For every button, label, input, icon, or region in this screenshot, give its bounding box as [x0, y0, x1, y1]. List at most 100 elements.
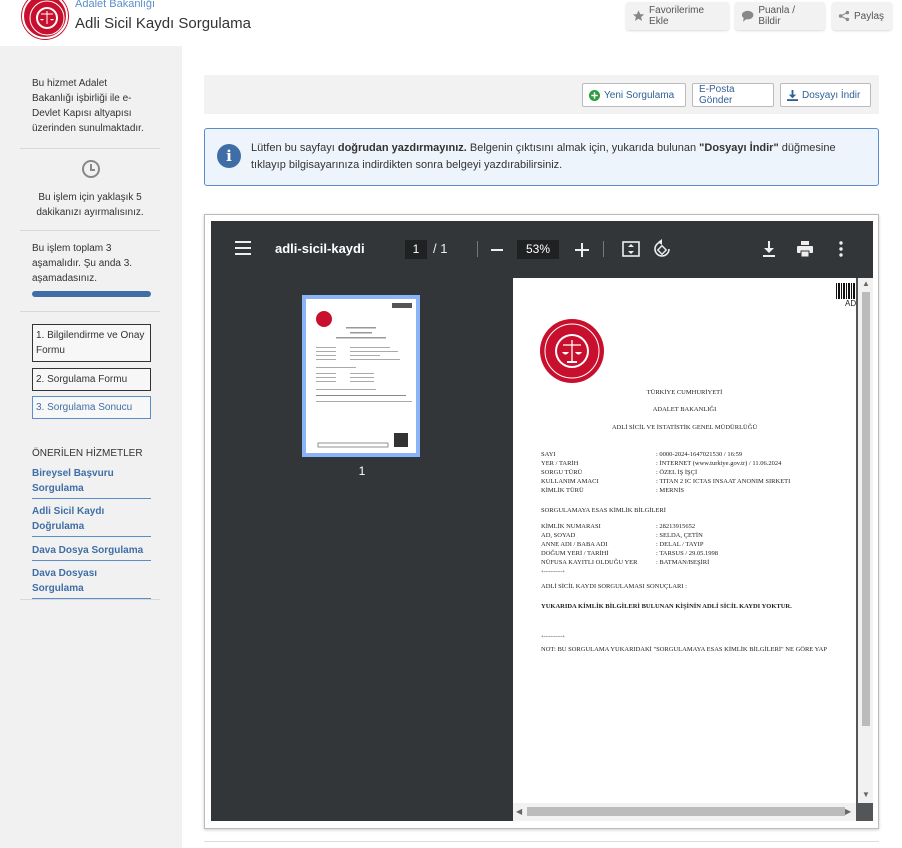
- pdf-viewer[interactable]: adli-sicil-kaydi 1 / 1 53% 1 AD TÜRKİYE …: [204, 214, 879, 829]
- star-icon: [632, 10, 645, 21]
- doc-field-value: : BATMAN/BEŞİRİ: [656, 559, 710, 566]
- recommended-title: ÖNERİLEN HİZMETLER: [32, 448, 143, 459]
- print-icon[interactable]: [795, 239, 815, 259]
- add-favorites-button[interactable]: Favorilerime Ekle: [626, 2, 729, 30]
- doc-heading-republic: TÜRKİYE CUMHURİYETİ: [646, 389, 723, 396]
- stage-info: Bu işlem toplam 3 aşamalıdır. Şu anda 3.…: [32, 243, 133, 284]
- new-query-button[interactable]: Yeni Sorgulama: [582, 83, 686, 107]
- doc-field-value: : MERNİS: [656, 487, 684, 494]
- page-total: / 1: [433, 241, 448, 256]
- doc-field-label: KİMLİK TÜRÜ: [541, 487, 584, 494]
- doc-divider: +-----------+: [541, 635, 565, 640]
- rotate-icon[interactable]: [652, 239, 672, 259]
- ministry-logo[interactable]: [22, 0, 68, 39]
- thumbnail-sidebar: 1: [211, 278, 513, 821]
- pdf-page-area[interactable]: AD TÜRKİYE CUMHURİYETİ ADALET BAKANLIĞI: [513, 278, 873, 821]
- step-query-result[interactable]: 3. Sorgulama Sonucu: [32, 396, 151, 419]
- ministry-emblem: [540, 319, 604, 383]
- time-estimate: Bu işlem için yaklaşık 5 dakikanızı ayır…: [36, 192, 144, 218]
- recommended-link-case-file-query[interactable]: Dava Dosya Sorgulama: [32, 543, 151, 561]
- rate-report-button[interactable]: Puanla / Bildir: [735, 2, 825, 30]
- step-info-consent[interactable]: 1. Bilgilendirme ve Onay Formu: [32, 324, 151, 362]
- share-label: Paylaş: [853, 10, 884, 22]
- doc-field-label: SAYI: [541, 451, 556, 458]
- pdf-toolbar: adli-sicil-kaydi 1 / 1 53%: [211, 221, 873, 278]
- new-query-label: Yeni Sorgulama: [604, 89, 675, 101]
- page-number-input[interactable]: 1: [405, 240, 427, 259]
- zoom-in-icon[interactable]: [575, 243, 589, 257]
- doc-field-value: : SELDA, ÇETİN: [656, 532, 703, 539]
- scroll-down-arrow[interactable]: ▼: [862, 790, 870, 799]
- doc-section-results: ADLİ SİCİL KAYDI SORGULAMASI SONUÇLARI :: [541, 583, 687, 590]
- doc-field-value: : 28213915652: [656, 523, 696, 530]
- pdf-page: AD TÜRKİYE CUMHURİYETİ ADALET BAKANLIĞI: [513, 278, 856, 803]
- plus-circle-icon: [589, 89, 600, 101]
- print-warning-alert: i Lütfen bu sayfayı doğrudan yazdırmayın…: [204, 128, 879, 186]
- ministry-name[interactable]: Adalet Bakanlığı: [75, 0, 155, 10]
- download-icon: [787, 89, 798, 101]
- doc-field-value: : ÖZEL İŞ İŞÇİ: [656, 469, 698, 476]
- horizontal-scroll-thumb[interactable]: [527, 807, 845, 816]
- clock-icon: [82, 160, 100, 178]
- thumbnail-preview: [316, 303, 412, 448]
- doc-field-value: : TITAN 2 IC ICTAS INSAAT ANONIM SIRKETI: [656, 478, 791, 485]
- sidebar: Bu hizmet Adalet Bakanlığı işbirliği ile…: [0, 46, 182, 848]
- recommended-link-case-files-query[interactable]: Dava Dosyası Sorgulama: [32, 566, 151, 599]
- doc-field-value: : İNTERNET (www.turkiye.gov.tr) / 11.06.…: [656, 460, 782, 467]
- scroll-left-arrow[interactable]: ◀: [516, 807, 522, 816]
- print-warning-text: Lütfen bu sayfayı doğrudan yazdırmayınız…: [251, 142, 836, 171]
- more-options-icon[interactable]: [831, 239, 851, 259]
- vertical-scrollbar[interactable]: ▲ ▼: [858, 278, 873, 803]
- zoom-out-icon[interactable]: [491, 249, 503, 251]
- share-button[interactable]: Paylaş: [832, 2, 892, 30]
- doc-corner-text: AD: [845, 299, 856, 308]
- doc-field-label: SORGU TÜRÜ: [541, 469, 583, 476]
- send-email-button[interactable]: E-Posta Gönder: [692, 83, 774, 107]
- divider: [20, 311, 160, 312]
- doc-field-label: KİMLİK NUMARASI: [541, 523, 601, 530]
- scroll-right-arrow[interactable]: ▶: [845, 807, 851, 816]
- doc-field-label: ANNE ADI / BABA ADI: [541, 541, 608, 548]
- rate-report-label: Puanla / Bildir: [758, 5, 796, 27]
- download-file-label: Dosyayı İndir: [802, 89, 861, 101]
- add-favorites-label: Favorilerime Ekle: [649, 5, 705, 27]
- page-title: Adli Sicil Kaydı Sorgulama: [75, 15, 251, 32]
- doc-field-value: : 0000-2024-1647021530 / 16:59: [656, 451, 743, 458]
- top-header: Adalet Bakanlığı Adli Sicil Kaydı Sorgul…: [0, 0, 902, 46]
- doc-field-value: : TARSUS / 29.05.1998: [656, 550, 719, 557]
- divider: [20, 148, 160, 149]
- doc-field-label: NÜFUSA KAYITLI OLDUĞU YER: [541, 559, 638, 566]
- main-content: Yeni Sorgulama E-Posta Gönder Dosyayı İn…: [182, 46, 902, 848]
- zoom-level-input[interactable]: 53%: [517, 240, 559, 259]
- step-query-form[interactable]: 2. Sorgulama Formu: [32, 368, 151, 391]
- info-icon: i: [217, 144, 241, 168]
- doc-field-label: AD, SOYAD: [541, 532, 576, 539]
- barcode: [836, 283, 856, 299]
- doc-field-value: : DELAL / TAYIP: [656, 541, 704, 548]
- stage-progress-bar: [32, 291, 151, 297]
- menu-icon[interactable]: [235, 241, 251, 255]
- divider: [20, 599, 160, 600]
- recommended-link-individual-application[interactable]: Bireysel Başvuru Sorgulama: [32, 466, 151, 499]
- thumbnail-page-number: 1: [358, 464, 366, 478]
- download-file-button[interactable]: Dosyayı İndir: [780, 83, 871, 107]
- service-intro: Bu hizmet Adalet Bakanlığı işbirliği ile…: [32, 78, 144, 134]
- action-toolbar: Yeni Sorgulama E-Posta Gönder Dosyayı İn…: [204, 75, 879, 114]
- horizontal-scrollbar[interactable]: ◀ ▶: [513, 803, 856, 821]
- page-thumbnail[interactable]: [302, 295, 420, 457]
- pdf-file-name: adli-sicil-kaydi: [275, 241, 365, 256]
- send-email-label: E-Posta Gönder: [699, 84, 735, 106]
- vertical-scroll-thumb[interactable]: [862, 292, 870, 726]
- doc-section-identity: SORGULAMAYA ESAS KİMLİK BİLGİLERİ: [541, 507, 666, 514]
- comment-icon: [741, 10, 754, 22]
- doc-heading-ministry: ADALET BAKANLIĞI: [652, 406, 717, 413]
- doc-field-label: YER / TARİH: [541, 460, 579, 467]
- recommended-link-record-verification[interactable]: Adli Sicil Kaydı Doğrulama: [32, 504, 151, 537]
- fit-page-icon[interactable]: [621, 239, 641, 259]
- toolbar-separator: [603, 241, 604, 257]
- scroll-up-arrow[interactable]: ▲: [862, 279, 870, 288]
- doc-divider: +-----------+: [541, 570, 565, 575]
- download-icon[interactable]: [759, 239, 779, 259]
- doc-note: NOT: BU SORGULAMA YUKARIDAKİ "SORGULAMAY…: [541, 646, 827, 653]
- toolbar-separator: [477, 241, 478, 257]
